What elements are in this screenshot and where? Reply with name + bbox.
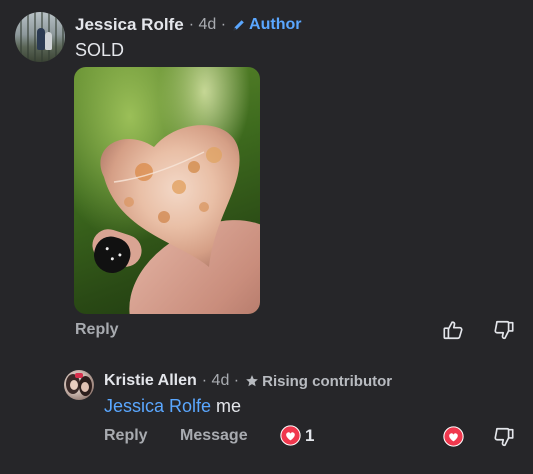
thumbs-down-icon — [494, 320, 514, 340]
reply-dislike-button[interactable] — [492, 425, 516, 449]
comment-header: Jessica Rolfe · 4d · Author — [75, 15, 301, 35]
dislike-button[interactable] — [492, 318, 516, 342]
author-name[interactable]: Jessica Rolfe — [75, 15, 184, 35]
reply-timestamp: · 4d · — [201, 372, 240, 389]
reply-reply-button[interactable]: Reply — [104, 427, 148, 445]
reaction-summary[interactable] — [280, 425, 301, 446]
reply-body: me — [211, 396, 242, 416]
reply-header: Kristie Allen · 4d · Rising contributor — [104, 372, 392, 390]
heart-reaction-icon — [280, 425, 301, 446]
comment-photo[interactable] — [74, 67, 260, 314]
reaction-count: 1 — [305, 426, 315, 445]
pencil-icon — [233, 20, 244, 31]
heart-reaction-icon — [442, 425, 464, 447]
star-icon — [246, 375, 258, 387]
author-badge-label: Author — [249, 16, 302, 33]
avatar-jessica[interactable] — [15, 12, 65, 62]
message-button[interactable]: Message — [180, 427, 248, 445]
comment-text: SOLD — [75, 40, 125, 60]
author-badge: Author — [232, 16, 301, 34]
comment-timestamp: · 4d · — [188, 16, 227, 33]
contributor-badge-label: Rising contributor — [262, 372, 393, 390]
reply-author-name[interactable]: Kristie Allen — [104, 372, 197, 390]
contributor-badge: Rising contributor — [245, 373, 392, 390]
love-reaction-button[interactable] — [442, 425, 464, 447]
thumbs-down-icon — [494, 427, 514, 447]
mention-link[interactable]: Jessica Rolfe — [104, 396, 211, 416]
reply-text: Jessica Rolfe me — [104, 396, 241, 417]
thumbs-up-icon — [443, 321, 463, 340]
reply-button[interactable]: Reply — [75, 321, 119, 339]
avatar-kristie[interactable] — [64, 370, 94, 400]
like-button[interactable] — [441, 318, 465, 342]
